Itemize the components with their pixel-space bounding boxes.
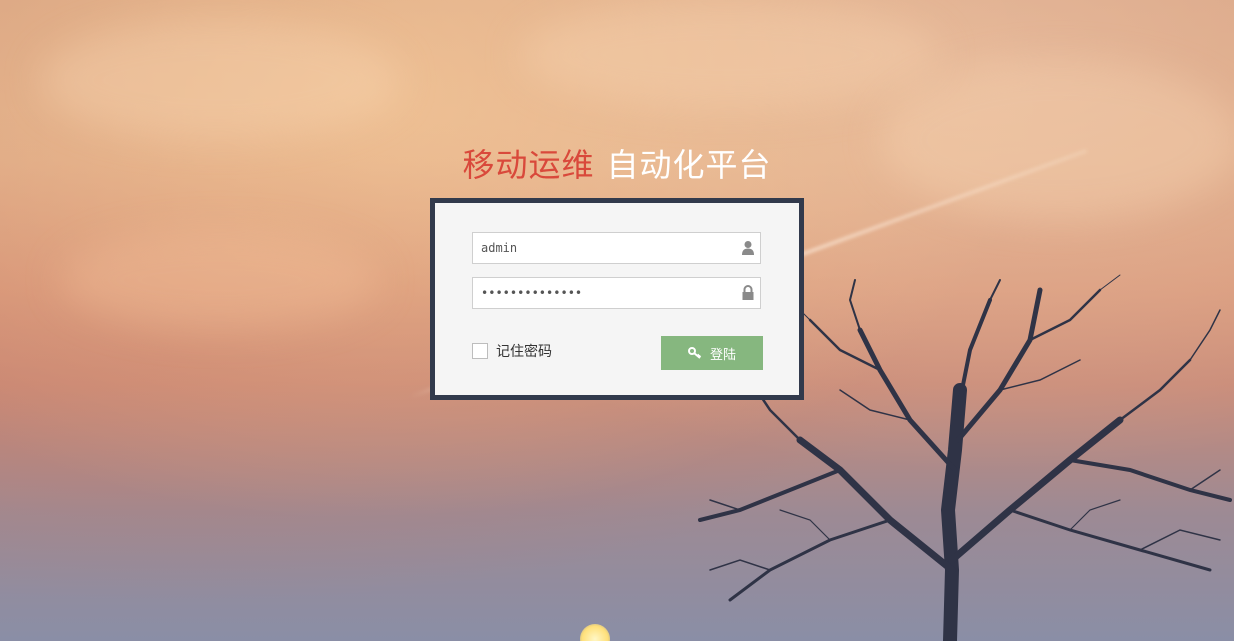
key-icon <box>687 347 702 359</box>
cloud <box>40 20 400 140</box>
login-panel: 记住密码 登陆 <box>430 198 804 400</box>
username-input[interactable] <box>473 233 739 263</box>
password-input[interactable] <box>473 278 739 308</box>
sun <box>580 624 610 641</box>
username-field[interactable] <box>472 232 761 264</box>
login-button-label: 登陆 <box>709 347 736 363</box>
title-main: 自动化平台 <box>606 146 772 184</box>
remember-checkbox[interactable] <box>472 343 488 359</box>
user-icon <box>742 241 754 255</box>
cloud <box>520 0 940 110</box>
title-accent: 移动运维 <box>462 146 595 184</box>
password-field[interactable] <box>472 277 761 309</box>
login-button[interactable]: 登陆 <box>661 336 763 370</box>
cloud <box>60 230 380 330</box>
page-title: 移动运维 自动化平台 <box>0 140 1234 186</box>
lock-icon <box>742 285 754 300</box>
remember-label: 记住密码 <box>496 344 552 360</box>
remember-password[interactable]: 记住密码 <box>472 341 552 361</box>
